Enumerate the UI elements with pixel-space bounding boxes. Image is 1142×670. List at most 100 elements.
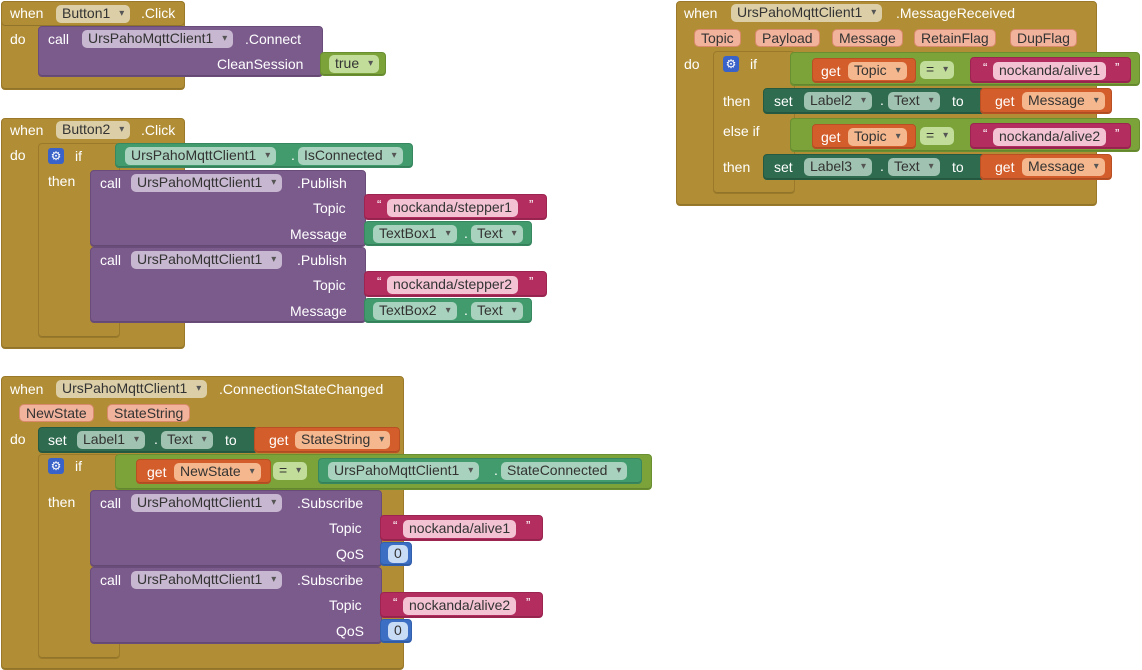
set-prop-dropdown[interactable]: Text xyxy=(161,431,213,449)
set-component-dropdown[interactable]: Label1 xyxy=(77,431,146,449)
topic-param-label: Topic xyxy=(313,277,346,293)
click-event-label: .Click xyxy=(141,122,176,138)
set-label3-block[interactable]: set Label3 . Text to xyxy=(763,154,985,180)
textbox-component-dropdown[interactable]: TextBox2 xyxy=(373,302,457,320)
topic-text-value[interactable]: nockanda/stepper1 xyxy=(387,199,519,217)
dot-label: . xyxy=(154,431,158,447)
subscribe-method-label: .Subscribe xyxy=(297,572,364,588)
subscribe-component-dropdown[interactable]: UrsPahoMqttClient1 xyxy=(131,494,283,512)
param-newstate[interactable]: NewState xyxy=(19,404,94,422)
is-connected-block[interactable]: UrsPahoMqttClient1 . IsConnected xyxy=(115,143,413,168)
get-topic-block[interactable]: get Topic xyxy=(812,124,916,149)
topic-text-block[interactable]: “ nockanda/alive1 ” xyxy=(970,57,1131,83)
when-label: when xyxy=(684,5,718,21)
get-message-block[interactable]: get Message xyxy=(980,154,1112,180)
state-component-dropdown[interactable]: UrsPahoMqttClient1 xyxy=(328,462,480,480)
param-statestring[interactable]: StateString xyxy=(107,404,191,422)
topic-text-block[interactable]: “ nockanda/stepper1 ” xyxy=(364,194,547,220)
topic-text-value[interactable]: nockanda/stepper2 xyxy=(387,276,519,294)
topic-text-value[interactable]: nockanda/alive2 xyxy=(403,597,517,615)
get-var-dropdown[interactable]: Message xyxy=(1022,158,1105,176)
gear-icon[interactable]: ⚙ xyxy=(48,458,64,474)
true-dropdown[interactable]: true xyxy=(329,55,380,73)
state-connected-block[interactable]: UrsPahoMqttClient1 . StateConnected xyxy=(318,458,642,484)
set-component-dropdown[interactable]: Label3 xyxy=(804,158,873,176)
textbox-prop-dropdown[interactable]: Text xyxy=(471,302,523,320)
message-received-event-label: .MessageReceived xyxy=(896,5,1016,21)
get-var-dropdown[interactable]: Topic xyxy=(848,128,907,146)
topic-text-block[interactable]: “ nockanda/alive2 ” xyxy=(380,592,543,618)
button1-component-dropdown[interactable]: Button1 xyxy=(56,5,131,23)
qos-number-block[interactable]: 0 xyxy=(380,542,412,566)
button2-component-dropdown[interactable]: Button2 xyxy=(56,121,131,139)
param-message[interactable]: Message xyxy=(832,29,903,47)
to-label: to xyxy=(225,432,237,448)
param-retainflag[interactable]: RetainFlag xyxy=(914,29,996,47)
qos-number-value[interactable]: 0 xyxy=(388,545,408,563)
call-label: call xyxy=(100,572,122,588)
quote-open: “ xyxy=(983,126,988,141)
topic-text-block[interactable]: “ nockanda/alive2 ” xyxy=(970,123,1131,149)
topic-text-block[interactable]: “ nockanda/alive1 ” xyxy=(380,515,543,541)
topic-text-block[interactable]: “ nockanda/stepper2 ” xyxy=(364,271,547,297)
is-connected-component-dropdown[interactable]: UrsPahoMqttClient1 xyxy=(125,147,277,165)
get-newstate-block[interactable]: get NewState xyxy=(136,459,271,484)
set-prop-dropdown[interactable]: Text xyxy=(888,158,940,176)
set-component-dropdown[interactable]: Label2 xyxy=(804,92,873,110)
textbox-text-block[interactable]: TextBox1 . Text xyxy=(364,221,532,246)
is-connected-prop-dropdown[interactable]: IsConnected xyxy=(298,147,403,165)
publish-component-dropdown[interactable]: UrsPahoMqttClient1 xyxy=(131,251,283,269)
qos-number-value[interactable]: 0 xyxy=(388,622,408,640)
topic-param-label: Topic xyxy=(313,200,346,216)
call-publish-block[interactable]: call UrsPahoMqttClient1 .Publish Topic M… xyxy=(90,247,366,323)
textbox-component-dropdown[interactable]: TextBox1 xyxy=(373,225,457,243)
conn-component-dropdown[interactable]: UrsPahoMqttClient1 xyxy=(56,380,208,398)
do-label: do xyxy=(10,431,26,447)
connect-component-dropdown[interactable]: UrsPahoMqttClient1 xyxy=(82,30,234,48)
eq-operator-dropdown[interactable]: = xyxy=(920,61,955,79)
message-param-label: Message xyxy=(290,303,347,319)
dot-label: . xyxy=(464,302,468,318)
quote-open: “ xyxy=(393,595,398,610)
subscribe-method-label: .Subscribe xyxy=(297,495,364,511)
param-topic[interactable]: Topic xyxy=(694,29,741,47)
quote-close: ” xyxy=(1115,126,1120,141)
connect-method-label: .Connect xyxy=(245,31,302,47)
clean-session-true-block[interactable]: true xyxy=(320,52,386,76)
set-label1-block[interactable]: set Label1 . Text to xyxy=(38,427,258,453)
publish-component-dropdown[interactable]: UrsPahoMqttClient1 xyxy=(131,174,283,192)
get-label: get xyxy=(995,93,1015,109)
get-var-dropdown[interactable]: NewState xyxy=(174,463,261,481)
param-dupflag[interactable]: DupFlag xyxy=(1010,29,1077,47)
gear-icon[interactable]: ⚙ xyxy=(48,148,64,164)
topic-text-value[interactable]: nockanda/alive2 xyxy=(993,128,1107,146)
param-payload[interactable]: Payload xyxy=(755,29,820,47)
state-prop-dropdown[interactable]: StateConnected xyxy=(501,462,628,480)
set-prop-dropdown[interactable]: Text xyxy=(888,92,940,110)
subscribe-component-dropdown[interactable]: UrsPahoMqttClient1 xyxy=(131,571,283,589)
get-var-dropdown[interactable]: Message xyxy=(1022,92,1105,110)
quote-close: ” xyxy=(526,595,531,610)
call-label: call xyxy=(100,495,122,511)
topic-text-value[interactable]: nockanda/alive1 xyxy=(403,520,517,538)
call-connect-block[interactable]: call UrsPahoMqttClient1 .Connect CleanSe… xyxy=(38,26,323,77)
msg-component-dropdown[interactable]: UrsPahoMqttClient1 xyxy=(731,4,883,22)
topic-text-value[interactable]: nockanda/alive1 xyxy=(993,62,1107,80)
textbox-prop-dropdown[interactable]: Text xyxy=(471,225,523,243)
call-subscribe-block[interactable]: call UrsPahoMqttClient1 .Subscribe Topic… xyxy=(90,490,382,567)
call-label: call xyxy=(48,31,70,47)
set-label2-block[interactable]: set Label2 . Text to xyxy=(763,88,985,114)
eq-operator-dropdown[interactable]: = xyxy=(273,462,308,480)
get-statestring-block[interactable]: get StateString xyxy=(254,427,400,453)
textbox-text-block[interactable]: TextBox2 . Text xyxy=(364,298,532,323)
gear-icon[interactable]: ⚙ xyxy=(723,56,739,72)
qos-number-block[interactable]: 0 xyxy=(380,619,412,643)
get-var-dropdown[interactable]: Topic xyxy=(848,62,907,80)
get-topic-block[interactable]: get Topic xyxy=(812,58,916,83)
call-subscribe-block[interactable]: call UrsPahoMqttClient1 .Subscribe Topic… xyxy=(90,567,382,644)
get-var-dropdown[interactable]: StateString xyxy=(295,431,391,449)
call-publish-block[interactable]: call UrsPahoMqttClient1 .Publish Topic M… xyxy=(90,170,366,247)
get-message-block[interactable]: get Message xyxy=(980,88,1112,114)
eq-operator-dropdown[interactable]: = xyxy=(920,127,955,145)
message-param-label: Message xyxy=(290,226,347,242)
